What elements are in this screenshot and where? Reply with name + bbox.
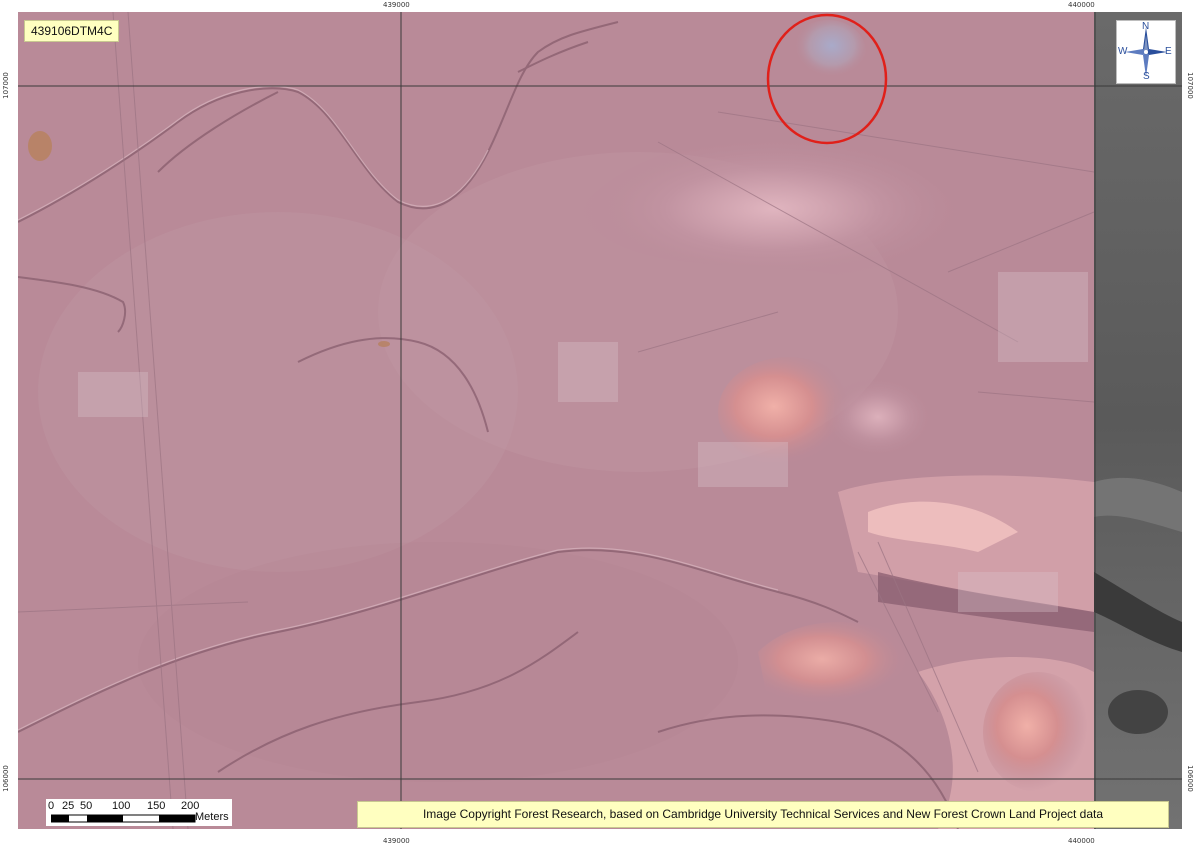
map-frame: 439000 440000 439000 440000 107000 10600… — [0, 0, 1200, 849]
scale-units: Meters — [195, 811, 229, 823]
grid-label-right-northing-107000: 107000 — [1185, 72, 1194, 99]
copyright-notice: Image Copyright Forest Research, based o… — [357, 801, 1169, 828]
compass-label-e: E — [1165, 46, 1172, 57]
grid-label-top-easting-439000: 439000 — [383, 1, 410, 9]
scale-bar: 0 25 50 100 150 200 Meters — [46, 799, 232, 826]
grid-label-bottom-easting-439000: 439000 — [383, 837, 410, 845]
scale-tick-label: 50 — [80, 800, 93, 812]
scale-bar-graphic — [51, 814, 196, 823]
grid-label-left-northing-106000: 106000 — [1, 765, 10, 792]
grid-label-top-easting-440000: 440000 — [1068, 1, 1095, 9]
grid-label-bottom-easting-440000: 440000 — [1068, 837, 1095, 845]
map-viewport[interactable] — [18, 12, 1182, 829]
north-arrow: N S W E — [1116, 20, 1176, 84]
grid-label-right-northing-106000: 106000 — [1185, 765, 1194, 792]
scale-tick-label: 0 — [48, 800, 55, 812]
compass-label-s: S — [1143, 71, 1150, 82]
pond — [28, 131, 52, 161]
scale-tick-label: 100 — [112, 800, 131, 812]
compass-label-n: N — [1142, 21, 1150, 32]
compass-label-w: W — [1118, 46, 1128, 57]
scale-tick-label: 25 — [62, 800, 75, 812]
grid-label-left-northing-107000: 107000 — [1, 72, 10, 99]
hillshade-terrain — [18, 12, 1182, 829]
sheet-id-label: 439106DTM4C — [24, 20, 120, 42]
scale-tick-label: 150 — [147, 800, 166, 812]
